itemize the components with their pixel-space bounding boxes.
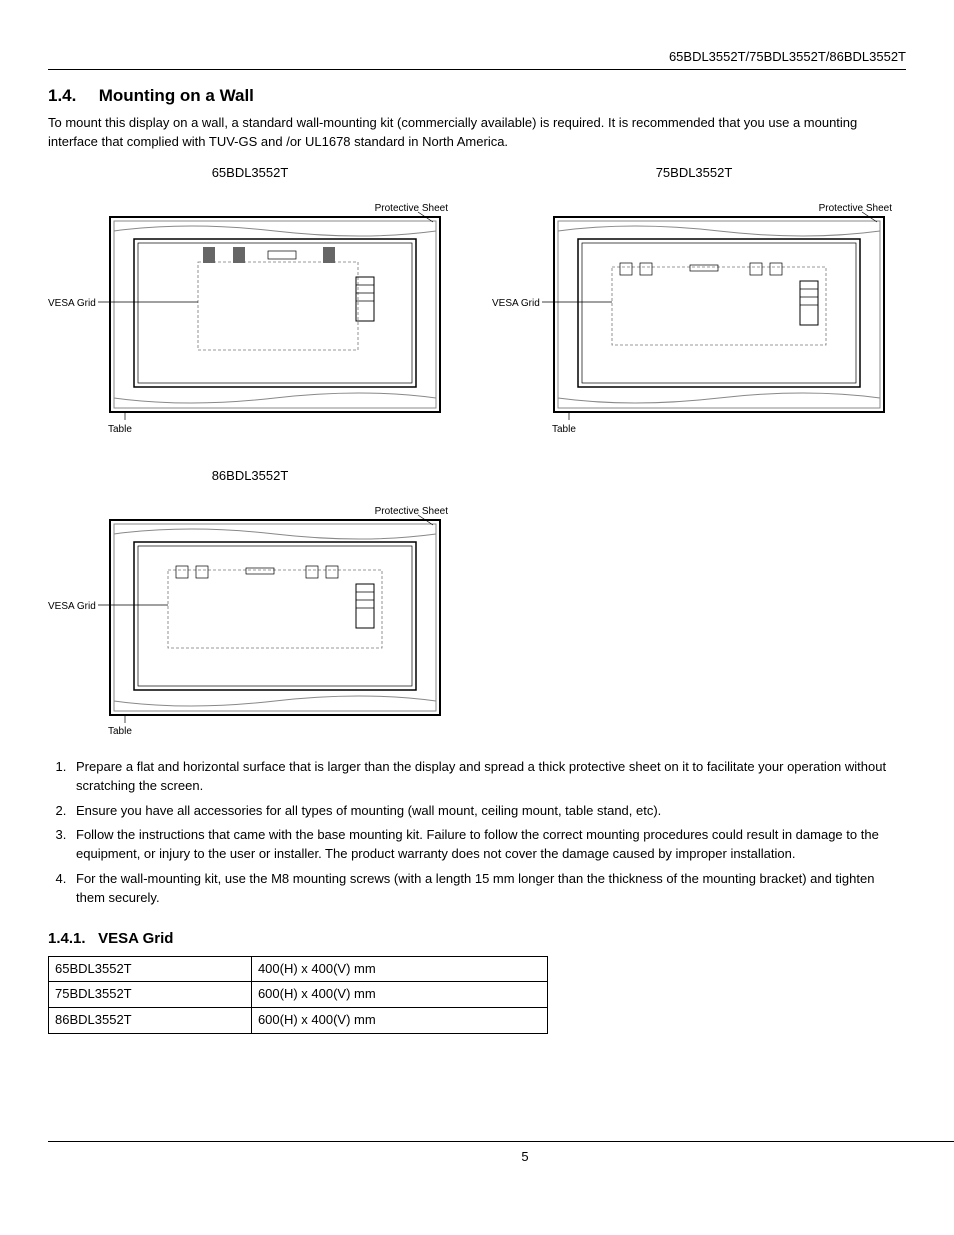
table-label: Table (108, 725, 132, 740)
mounting-diagram-icon (48, 187, 452, 427)
diagram-86: 86BDL3552T Protective Sheet VESA Grid Ta… (48, 465, 452, 740)
subsection-number: 1.4.1. (48, 928, 94, 950)
protective-sheet-label: Protective Sheet (375, 202, 448, 217)
subsection-title: VESA Grid (98, 930, 173, 947)
table-cell-grid: 600(H) x 400(V) mm (251, 982, 547, 1008)
diagram-65: 65BDL3552T Protective Sheet VESA Grid Ta… (48, 162, 452, 437)
protective-sheet-label: Protective Sheet (819, 202, 892, 217)
header-models: 65BDL3552T/75BDL3552T/86BDL3552T (48, 48, 906, 70)
diagram-75: 75BDL3552T Protective Sheet VESA Grid Ta… (492, 162, 896, 437)
vesa-grid-label: VESA Grid (48, 297, 96, 312)
mounting-diagram-icon (48, 490, 452, 730)
list-item: Prepare a flat and horizontal surface th… (70, 758, 906, 796)
diagram-title: 86BDL3552T (48, 467, 452, 486)
mounting-diagram-icon (492, 187, 896, 427)
subsection-heading: 1.4.1. VESA Grid (48, 928, 906, 950)
table-label: Table (552, 423, 576, 438)
section-title: Mounting on a Wall (99, 86, 254, 105)
list-item: Follow the instructions that came with t… (70, 826, 906, 864)
table-cell-model: 65BDL3552T (49, 956, 252, 982)
table-label: Table (108, 423, 132, 438)
page-footer: 5 (48, 1141, 954, 1167)
vesa-grid-label: VESA Grid (48, 600, 96, 615)
section-heading: 1.4. Mounting on a Wall (48, 84, 906, 109)
table-row: 86BDL3552T 600(H) x 400(V) mm (49, 1008, 548, 1034)
table-row: 65BDL3552T 400(H) x 400(V) mm (49, 956, 548, 982)
diagram-title: 65BDL3552T (48, 164, 452, 183)
steps-list: Prepare a flat and horizontal surface th… (48, 758, 906, 908)
list-item: For the wall-mounting kit, use the M8 mo… (70, 870, 906, 908)
table-cell-grid: 400(H) x 400(V) mm (251, 956, 547, 982)
vesa-grid-table: 65BDL3552T 400(H) x 400(V) mm 75BDL3552T… (48, 956, 548, 1035)
vesa-grid-label: VESA Grid (492, 297, 540, 312)
diagram-grid: 65BDL3552T Protective Sheet VESA Grid Ta… (48, 162, 906, 740)
table-cell-model: 75BDL3552T (49, 982, 252, 1008)
page-number: 5 (521, 1149, 528, 1164)
list-item: Ensure you have all accessories for all … (70, 802, 906, 821)
table-cell-grid: 600(H) x 400(V) mm (251, 1008, 547, 1034)
section-intro: To mount this display on a wall, a stand… (48, 114, 906, 152)
section-number: 1.4. (48, 84, 94, 109)
table-cell-model: 86BDL3552T (49, 1008, 252, 1034)
protective-sheet-label: Protective Sheet (375, 505, 448, 520)
diagram-title: 75BDL3552T (492, 164, 896, 183)
table-row: 75BDL3552T 600(H) x 400(V) mm (49, 982, 548, 1008)
